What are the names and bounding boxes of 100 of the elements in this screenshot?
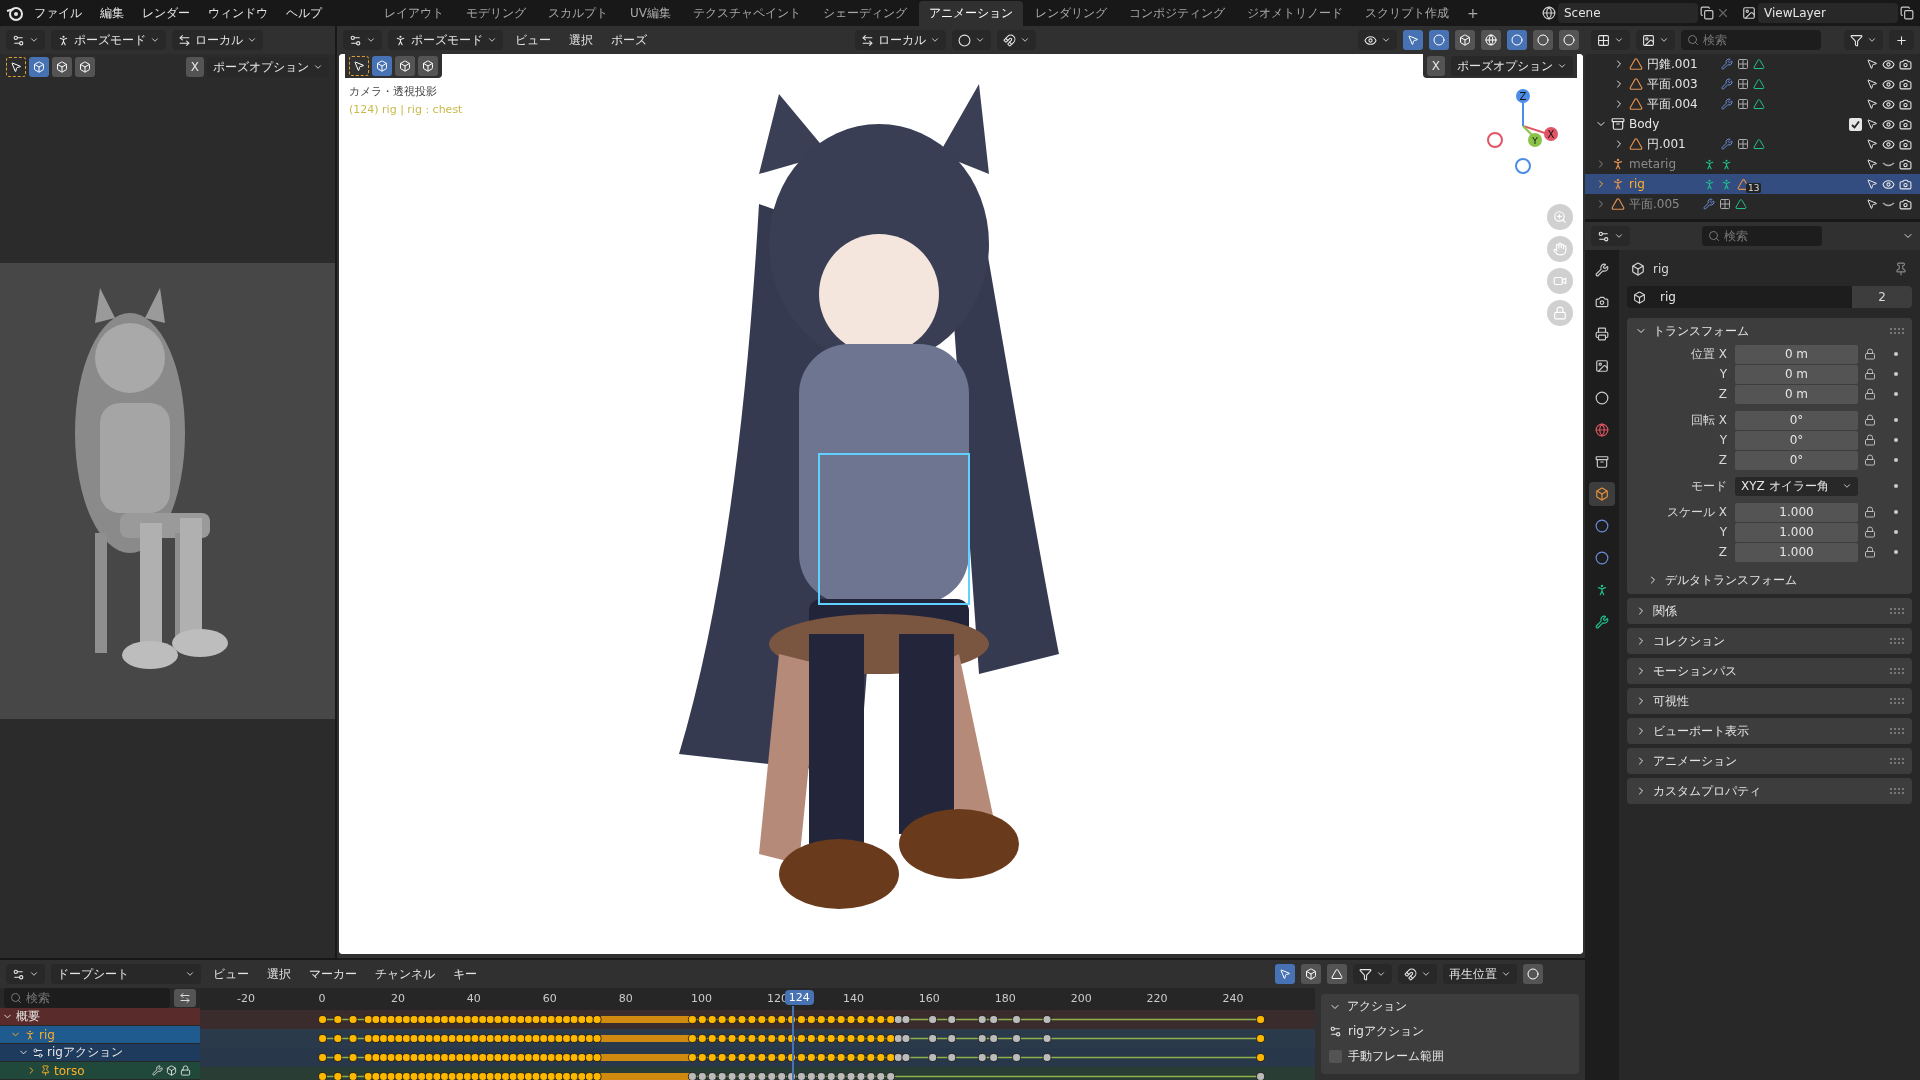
- pin-icon[interactable]: [1894, 262, 1908, 276]
- workspace-tab[interactable]: レイアウト: [374, 0, 454, 26]
- mirror-x-button[interactable]: X: [1426, 56, 1445, 76]
- current-frame-badge[interactable]: 124: [784, 990, 814, 1005]
- view-layer-field[interactable]: ViewLayer: [1758, 3, 1898, 23]
- proportional-button[interactable]: [1523, 964, 1543, 984]
- snap-dropdown[interactable]: [1398, 964, 1437, 984]
- app-logo-icon[interactable]: [6, 5, 24, 21]
- select-cursor-icon[interactable]: [1866, 78, 1878, 90]
- copy-icon[interactable]: [1900, 6, 1914, 20]
- menu-item[interactable]: ウィンドウ: [200, 1, 276, 25]
- workspace-tab[interactable]: モデリング: [456, 0, 536, 26]
- mirror-x-button[interactable]: X: [185, 57, 204, 77]
- display-mode-dropdown[interactable]: [1591, 30, 1630, 50]
- show-errors-button[interactable]: [1327, 964, 1347, 984]
- header-menu[interactable]: ポーズ: [605, 31, 653, 49]
- number-field[interactable]: 0 m: [1735, 344, 1858, 364]
- outliner-row[interactable]: 円.001: [1585, 134, 1920, 154]
- header-menu[interactable]: ビュー: [509, 31, 557, 49]
- select-mode-button[interactable]: [75, 57, 95, 77]
- workspace-tab[interactable]: アニメーション: [919, 0, 1023, 26]
- copy-icon[interactable]: [1700, 6, 1714, 20]
- menu-item[interactable]: ファイル: [26, 1, 90, 25]
- editor-type-dropdown[interactable]: [6, 30, 45, 50]
- eye-icon[interactable]: [1882, 177, 1895, 191]
- outliner-row[interactable]: 平面.003: [1585, 74, 1920, 94]
- camera-icon[interactable]: [1899, 177, 1912, 191]
- keyframe-dot-icon[interactable]: [1894, 372, 1898, 376]
- header-menu[interactable]: ビュー: [207, 965, 255, 983]
- panel-header[interactable]: カスタムプロパティ: [1627, 778, 1912, 804]
- playhead-line[interactable]: [791, 1006, 794, 1080]
- workspace-tab[interactable]: シェーディング: [813, 0, 917, 26]
- pivot-dropdown[interactable]: [952, 30, 991, 50]
- datablock-field[interactable]: rig 2: [1627, 286, 1912, 308]
- editor-type-dropdown[interactable]: [1591, 226, 1630, 246]
- eye-icon[interactable]: [1882, 137, 1895, 151]
- number-field[interactable]: 0°: [1735, 450, 1858, 470]
- keyframe-dot-icon[interactable]: [1894, 438, 1898, 442]
- search-field[interactable]: 検索: [1681, 30, 1821, 50]
- select-mode-button[interactable]: [29, 57, 49, 77]
- filter-dropdown[interactable]: [1844, 30, 1883, 50]
- new-collection-button[interactable]: [1889, 30, 1914, 50]
- select-cursor-icon[interactable]: [1866, 98, 1878, 110]
- keyframe-dot-icon[interactable]: [1894, 510, 1898, 514]
- select-cursor-icon[interactable]: [1866, 58, 1878, 70]
- editor-type-dropdown[interactable]: [6, 964, 45, 984]
- camera-icon[interactable]: [1899, 197, 1912, 211]
- keyframe-dot-icon[interactable]: [1894, 550, 1898, 554]
- keyframe-dot-icon[interactable]: [1894, 458, 1898, 462]
- select-tool-button[interactable]: [349, 56, 369, 76]
- panel-header[interactable]: ビューポート表示: [1627, 718, 1912, 744]
- show-hidden-button[interactable]: [1301, 964, 1321, 984]
- mode-dropdown[interactable]: ポーズモード: [51, 30, 166, 50]
- panel-header[interactable]: アニメーション: [1627, 748, 1912, 774]
- number-field[interactable]: 0°: [1735, 410, 1858, 430]
- wireframe-shading-button[interactable]: [1481, 30, 1501, 50]
- channel-row[interactable]: 概要: [0, 1008, 200, 1026]
- select-mode-button[interactable]: [372, 56, 392, 76]
- outliner-row[interactable]: 円錐.001: [1585, 54, 1920, 74]
- rotation-mode-dropdown[interactable]: XYZ オイラー角: [1735, 476, 1858, 496]
- select-cursor-icon[interactable]: [1866, 178, 1878, 190]
- swap-button[interactable]: [174, 989, 196, 1008]
- keyframe-dot-icon[interactable]: [1894, 530, 1898, 534]
- header-menu[interactable]: 選択: [261, 965, 297, 983]
- select-cursor-icon[interactable]: [1866, 118, 1878, 130]
- camera-icon[interactable]: [1899, 97, 1912, 111]
- outliner-row[interactable]: 平面.005: [1585, 194, 1920, 214]
- scene-field[interactable]: Scene: [1558, 3, 1698, 23]
- workspace-tab[interactable]: テクスチャペイント: [683, 0, 811, 26]
- select-mode-button[interactable]: [395, 56, 415, 76]
- select-cursor-icon[interactable]: [1866, 198, 1878, 210]
- outliner-row[interactable]: rig 13: [1585, 174, 1920, 194]
- pose-options-dropdown[interactable]: ポーズオプション: [207, 57, 329, 77]
- camera-icon[interactable]: [1899, 137, 1912, 151]
- keyframe-dot-icon[interactable]: [1894, 418, 1898, 422]
- panel-header[interactable]: 可視性: [1627, 688, 1912, 714]
- filter-dropdown[interactable]: [1353, 964, 1392, 984]
- overlay-toggle-button[interactable]: [1429, 30, 1449, 50]
- select-mode-button[interactable]: [418, 56, 438, 76]
- object-tab[interactable]: [1589, 482, 1615, 506]
- xray-toggle-button[interactable]: [1455, 30, 1475, 50]
- material-shading-button[interactable]: [1533, 30, 1553, 50]
- gizmo-toggle-button[interactable]: [1403, 30, 1423, 50]
- outliner-row[interactable]: metarig: [1585, 154, 1920, 174]
- camera-icon[interactable]: [1899, 117, 1912, 131]
- number-field[interactable]: 0 m: [1735, 384, 1858, 404]
- keyframe-dot-icon[interactable]: [1894, 352, 1898, 356]
- number-field[interactable]: 0°: [1735, 430, 1858, 450]
- number-field[interactable]: 0 m: [1735, 364, 1858, 384]
- header-menu[interactable]: マーカー: [303, 965, 363, 983]
- workspace-tab[interactable]: スカルプト: [538, 0, 618, 26]
- editor-type-dropdown[interactable]: [343, 30, 382, 50]
- workspace-tab[interactable]: スクリプト作成: [1355, 0, 1459, 26]
- camera-icon[interactable]: [1899, 57, 1912, 71]
- orientation-dropdown[interactable]: ローカル: [855, 30, 946, 50]
- lock-icon[interactable]: [1864, 414, 1876, 426]
- keyframe-dot-icon[interactable]: [1894, 392, 1898, 396]
- select-cursor-icon[interactable]: [1866, 138, 1878, 150]
- mode-dropdown[interactable]: ドープシート: [51, 964, 201, 984]
- add-workspace-button[interactable]: +: [1461, 3, 1485, 23]
